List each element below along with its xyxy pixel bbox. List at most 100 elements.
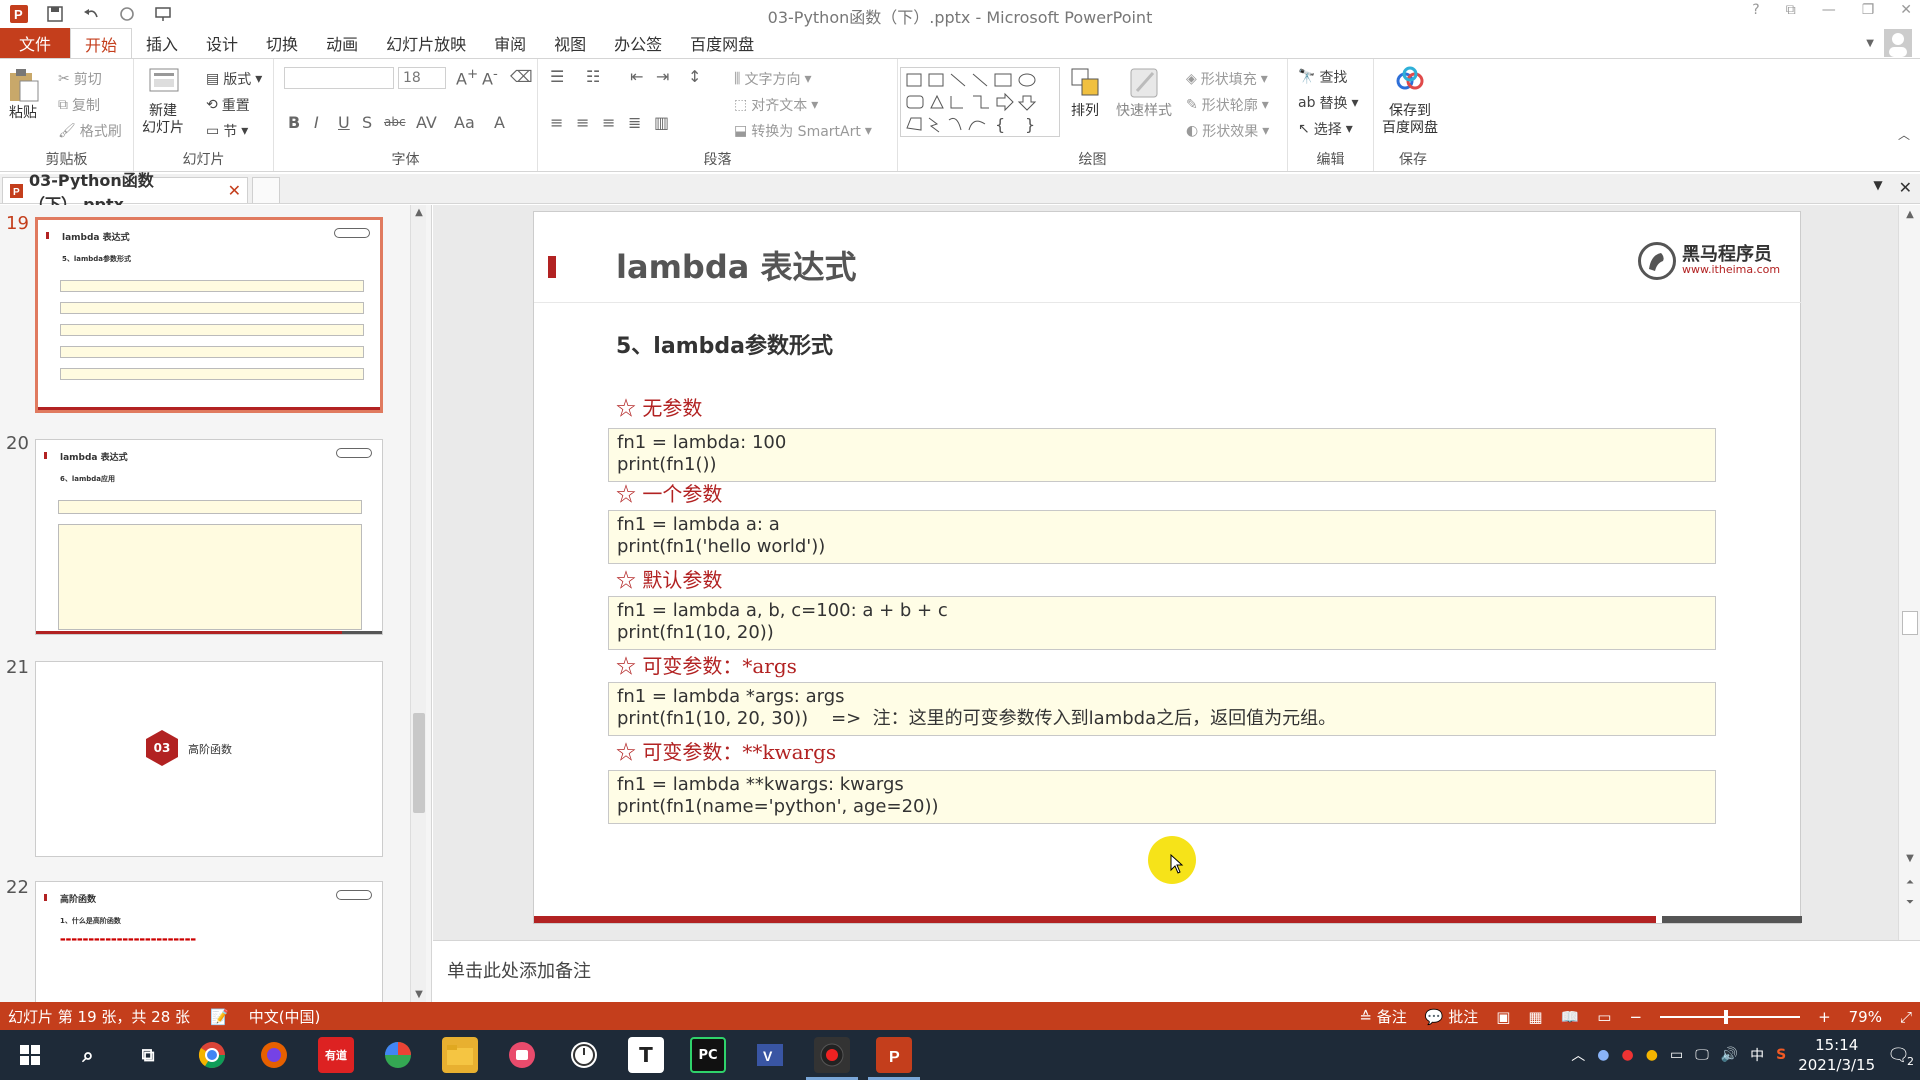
slide-sorter-icon[interactable]: ▦: [1528, 1008, 1542, 1026]
tab-view[interactable]: 视图: [540, 28, 600, 58]
shadow-button[interactable]: S: [362, 113, 372, 132]
font-family-combo[interactable]: [284, 67, 394, 89]
task-view-icon[interactable]: ⧉: [130, 1037, 166, 1073]
strikethrough-button[interactable]: abc: [384, 115, 406, 129]
slide-thumbnail-22[interactable]: 高阶函数 1、什么是高阶函数 ▬▬▬▬▬▬▬▬▬▬▬▬▬▬▬▬▬▬▬▬▬▬▬▬: [35, 881, 383, 1002]
replace-button[interactable]: ab 替换 ▾: [1298, 93, 1359, 113]
shape-outline-button[interactable]: ✎ 形状轮廓 ▾: [1186, 95, 1269, 115]
section-heading[interactable]: ☆ 默认参数: [616, 564, 722, 593]
font-color-button[interactable]: A: [494, 113, 505, 132]
scroll-up-icon[interactable]: ▲: [1902, 209, 1918, 220]
change-case-button[interactable]: Aa: [454, 113, 475, 132]
char-spacing-button[interactable]: AV: [416, 113, 437, 132]
zoom-level[interactable]: 79%: [1849, 1008, 1882, 1026]
copy-button[interactable]: ⧉ 复制: [58, 95, 100, 115]
numbering-icon[interactable]: ☷: [586, 67, 600, 86]
scroll-down-icon[interactable]: ▼: [411, 989, 427, 1000]
line-spacing-icon[interactable]: ↕: [688, 67, 701, 86]
select-button[interactable]: ↖ 选择 ▾: [1298, 119, 1353, 139]
align-left-icon[interactable]: ≡: [550, 113, 563, 132]
comments-toggle-button[interactable]: 💬 批注: [1425, 1006, 1478, 1027]
previous-slide-icon[interactable]: ⏶: [1902, 877, 1918, 888]
shape-effects-button[interactable]: ◐ 形状效果 ▾: [1186, 121, 1269, 141]
scrollbar-thumb[interactable]: [1902, 611, 1918, 635]
tray-expand-icon[interactable]: ︿: [1571, 1045, 1585, 1065]
cut-button[interactable]: ✂ 剪切: [58, 69, 102, 89]
align-text-button[interactable]: ⬚ 对齐文本 ▾: [734, 95, 818, 115]
network-icon[interactable]: 🖵: [1695, 1047, 1709, 1063]
columns-icon[interactable]: ▥: [654, 113, 669, 132]
section-heading[interactable]: ☆ 可变参数：*args: [616, 650, 797, 679]
code-box[interactable]: fn1 = lambda *args: args print(fn1(10, 2…: [608, 682, 1716, 736]
tab-transitions[interactable]: 切换: [252, 28, 312, 58]
tab-design[interactable]: 设计: [192, 28, 252, 58]
paste-button[interactable]: 粘贴: [6, 67, 40, 122]
help-icon[interactable]: ?: [1752, 2, 1759, 18]
user-avatar-icon[interactable]: [1884, 29, 1912, 57]
reading-view-icon[interactable]: 📖: [1561, 1008, 1580, 1026]
code-box[interactable]: fn1 = lambda **kwargs: kwargs print(fn1(…: [608, 770, 1716, 824]
new-slide-button[interactable]: 新建 幻灯片: [142, 65, 184, 137]
layout-button[interactable]: ▤ 版式 ▾: [206, 69, 262, 89]
close-icon[interactable]: ✕: [1900, 2, 1912, 18]
slide-thumbnail-20[interactable]: lambda 表达式 6、lambda应用: [35, 439, 383, 635]
current-slide[interactable]: lambda 表达式 黑马程序员 www.itheima.com 5、lambd…: [533, 211, 1802, 924]
section-heading[interactable]: ☆ 可变参数：**kwargs: [616, 736, 836, 765]
search-icon[interactable]: ⌕: [70, 1037, 106, 1073]
slide-subtitle[interactable]: 5、lambda参数形式: [616, 328, 833, 360]
firefox-icon[interactable]: [256, 1037, 292, 1073]
thumbnail-scrollbar[interactable]: ▲ ▼: [410, 205, 426, 1002]
convert-smartart-button[interactable]: ⬓ 转换为 SmartArt ▾: [734, 121, 872, 141]
new-tab-button[interactable]: [252, 177, 280, 203]
taskbar-clock[interactable]: 15:14 2021/3/15: [1798, 1035, 1875, 1075]
scrollbar-thumb[interactable]: [413, 713, 425, 813]
save-to-baidu-button[interactable]: 保存到 百度网盘: [1382, 65, 1438, 137]
normal-view-icon[interactable]: ▣: [1496, 1008, 1510, 1026]
typora-icon[interactable]: T: [628, 1037, 664, 1073]
sogou-ime-icon[interactable]: S: [1776, 1047, 1786, 1063]
shape-fill-button[interactable]: ◈ 形状填充 ▾: [1186, 69, 1268, 89]
restore-icon[interactable]: ❐: [1862, 2, 1875, 18]
battery-icon[interactable]: ▭: [1670, 1047, 1683, 1063]
italic-button[interactable]: I: [314, 113, 319, 132]
slide-scrollbar[interactable]: ▲ ▼ ⏶ ⏷: [1898, 205, 1920, 940]
tray-app-red-icon[interactable]: ●: [1622, 1047, 1634, 1063]
arrange-button[interactable]: 排列: [1068, 65, 1102, 120]
increase-indent-icon[interactable]: ⇥: [656, 67, 669, 86]
notes-pane[interactable]: 单击此处添加备注: [433, 940, 1920, 1002]
code-box[interactable]: fn1 = lambda: 100 print(fn1()): [608, 428, 1716, 482]
quick-styles-button[interactable]: 快速样式: [1116, 65, 1172, 120]
collapse-ribbon-icon[interactable]: ︿: [1898, 126, 1910, 143]
zoom-in-icon[interactable]: +: [1818, 1008, 1831, 1026]
tab-review[interactable]: 审阅: [480, 28, 540, 58]
file-explorer-icon[interactable]: [442, 1037, 478, 1073]
slide-thumbnail-21[interactable]: 03 高阶函数: [35, 661, 383, 857]
slide-thumbnail-19[interactable]: lambda 表达式 5、lambda参数形式: [35, 217, 383, 413]
clear-format-icon[interactable]: ⌫: [510, 67, 533, 86]
powerpoint-taskbar-icon[interactable]: P: [876, 1037, 912, 1073]
tab-slideshow[interactable]: 幻灯片放映: [372, 28, 480, 58]
section-button[interactable]: ▭ 节 ▾: [206, 121, 248, 141]
zoom-slider-knob[interactable]: [1724, 1009, 1729, 1024]
align-center-icon[interactable]: ≡: [576, 113, 589, 132]
tab-office-sign[interactable]: 办公签: [600, 28, 676, 58]
scroll-down-icon[interactable]: ▼: [1902, 853, 1918, 864]
slide-title[interactable]: lambda 表达式: [616, 242, 856, 288]
notification-center-icon[interactable]: 🗨 2: [1887, 1045, 1914, 1068]
visio-icon[interactable]: V: [752, 1037, 788, 1073]
next-slide-icon[interactable]: ⏷: [1902, 897, 1918, 908]
chrome-icon[interactable]: [194, 1037, 230, 1073]
shapes-gallery[interactable]: { }: [900, 67, 1060, 137]
language-status[interactable]: 中文(中国): [249, 1006, 321, 1027]
tab-home[interactable]: 开始: [70, 28, 133, 58]
slideshow-view-icon[interactable]: ▭: [1597, 1008, 1611, 1026]
windows-start-icon[interactable]: [12, 1037, 48, 1073]
close-document-icon[interactable]: ✕: [1899, 178, 1912, 197]
pycharm-icon[interactable]: PC: [690, 1037, 726, 1073]
tab-list-icon[interactable]: ▼: [1873, 178, 1882, 197]
code-box[interactable]: fn1 = lambda a: a print(fn1('hello world…: [608, 510, 1716, 564]
tray-app-blue-icon[interactable]: ●: [1597, 1047, 1609, 1063]
font-size-combo[interactable]: 18: [398, 67, 446, 89]
bold-button[interactable]: B: [288, 113, 300, 132]
close-tab-icon[interactable]: ✕: [228, 181, 241, 200]
